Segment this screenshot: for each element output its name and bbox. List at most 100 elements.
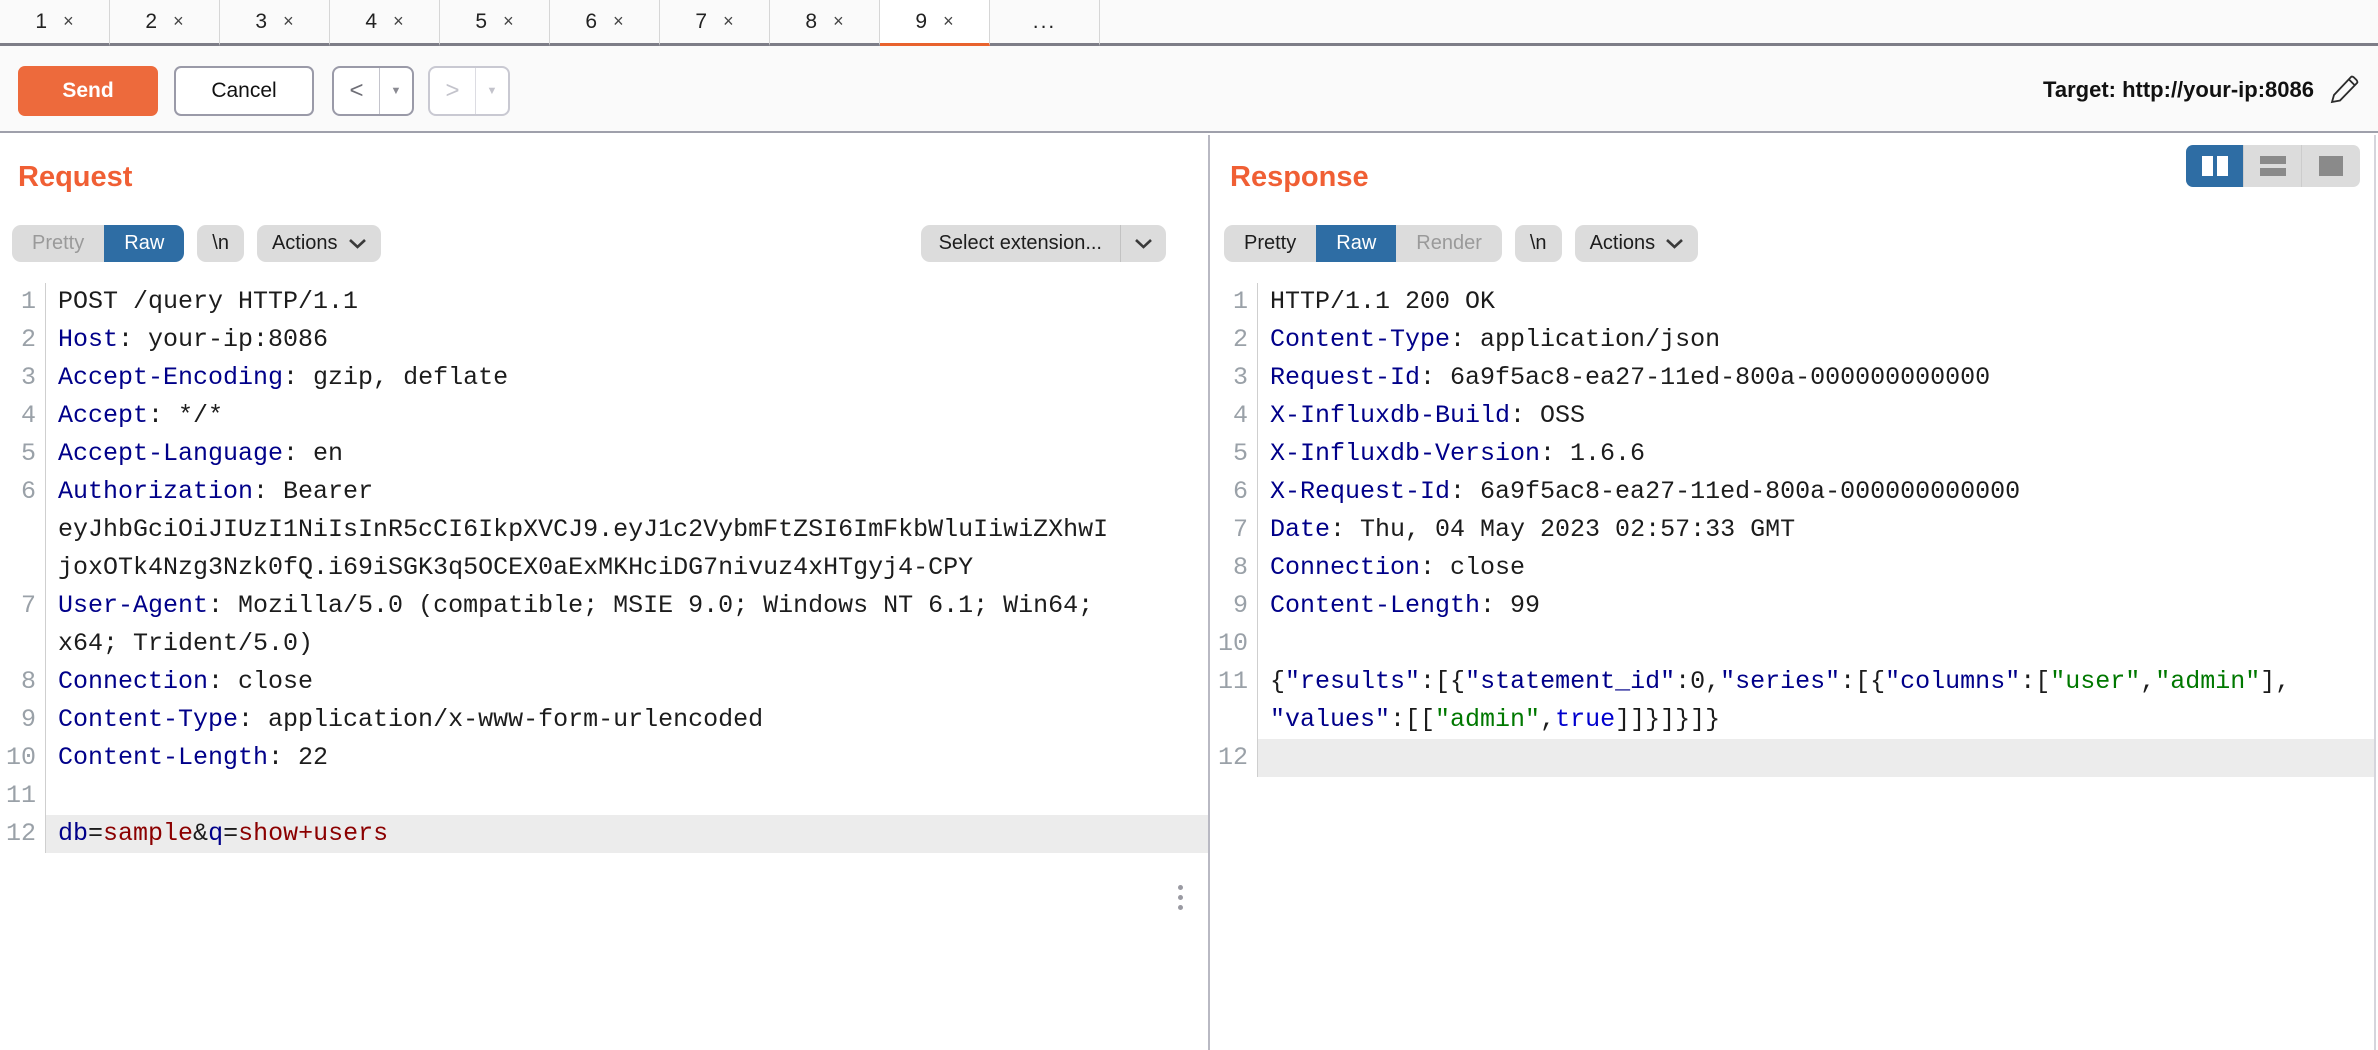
line-content[interactable]: User-Agent: Mozilla/5.0 (compatible; MSI… xyxy=(46,587,1208,663)
line-content[interactable]: db=sample&q=show+users xyxy=(46,815,1208,853)
line-content[interactable]: Connection: close xyxy=(1258,549,2374,587)
line-content[interactable]: Content-Type: application/json xyxy=(1258,321,2374,359)
columns-layout-icon xyxy=(2217,156,2228,176)
line-content[interactable]: {"results":[{"statement_id":0,"series":[… xyxy=(1258,663,2374,739)
line-content[interactable]: Content-Length: 99 xyxy=(1258,587,2374,625)
line-number: 7 xyxy=(0,587,46,663)
scrollbar-track[interactable] xyxy=(2374,135,2376,1050)
repeater-tab-4[interactable]: 4× xyxy=(330,0,440,46)
repeater-tab-9[interactable]: 9× xyxy=(880,0,990,46)
line-number: 7 xyxy=(1212,511,1258,549)
request-newline-toggle[interactable]: \n xyxy=(197,225,244,262)
line-content[interactable]: POST /query HTTP/1.1 xyxy=(46,283,1208,321)
line-content[interactable] xyxy=(46,777,1208,815)
editor-line: 10 xyxy=(1212,625,2374,663)
repeater-tab-1[interactable]: 1× xyxy=(0,0,110,46)
editor-line: 7Date: Thu, 04 May 2023 02:57:33 GMT xyxy=(1212,511,2374,549)
line-content[interactable]: Accept: */* xyxy=(46,397,1208,435)
line-content[interactable]: Content-Length: 22 xyxy=(46,739,1208,777)
line-number: 6 xyxy=(0,473,46,587)
tab-close-icon[interactable]: × xyxy=(63,11,74,32)
line-number: 11 xyxy=(1212,663,1258,739)
editor-line: 5Accept-Language: en xyxy=(0,435,1208,473)
line-content[interactable]: HTTP/1.1 200 OK xyxy=(1258,283,2374,321)
tab-close-icon[interactable]: × xyxy=(723,11,734,32)
line-content[interactable]: Authorization: Bearer eyJhbGciOiJIUzI1Ni… xyxy=(46,473,1208,587)
chevron-down-icon xyxy=(1666,239,1683,249)
line-content[interactable] xyxy=(1258,625,2374,663)
tab-label: 6 xyxy=(585,10,597,34)
back-dropdown-button[interactable]: ▼ xyxy=(380,68,412,114)
tab-close-icon[interactable]: × xyxy=(173,11,184,32)
request-actions-label: Actions xyxy=(272,232,338,255)
line-content[interactable]: X-Request-Id: 6a9f5ac8-ea27-11ed-800a-00… xyxy=(1258,473,2374,511)
request-panel-title: Request xyxy=(18,161,132,194)
request-actions-button[interactable]: Actions xyxy=(257,225,381,262)
request-tab-raw[interactable]: Raw xyxy=(104,225,184,262)
line-number: 6 xyxy=(1212,473,1258,511)
columns-layout-button[interactable] xyxy=(2186,145,2244,187)
repeater-tab-3[interactable]: 3× xyxy=(220,0,330,46)
repeater-tab-8[interactable]: 8× xyxy=(770,0,880,46)
send-button[interactable]: Send xyxy=(18,66,158,116)
response-newline-toggle[interactable]: \n xyxy=(1515,225,1562,262)
repeater-tab-...[interactable]: ... xyxy=(990,0,1100,46)
edit-target-pencil-icon[interactable] xyxy=(2326,72,2362,108)
tab-close-icon[interactable]: × xyxy=(503,11,514,32)
panel-splitter[interactable] xyxy=(1208,135,1210,1050)
tab-label: 9 xyxy=(915,10,927,34)
response-panel: Response Pretty Raw Render \n Actions xyxy=(1212,135,2374,1050)
chevron-down-icon xyxy=(349,239,366,249)
line-content[interactable]: Content-Type: application/x-www-form-url… xyxy=(46,701,1208,739)
forward-arrow-button[interactable]: > xyxy=(430,68,476,114)
line-content[interactable]: Accept-Encoding: gzip, deflate xyxy=(46,359,1208,397)
editor-line: 4Accept: */* xyxy=(0,397,1208,435)
line-content[interactable]: Connection: close xyxy=(46,663,1208,701)
repeater-tab-5[interactable]: 5× xyxy=(440,0,550,46)
select-extension-dropdown[interactable]: Select extension... xyxy=(921,225,1166,262)
rows-layout-icon xyxy=(2260,156,2286,176)
editor-line: 2Content-Type: application/json xyxy=(1212,321,2374,359)
tab-label: 7 xyxy=(695,10,707,34)
rows-layout-button[interactable] xyxy=(2244,145,2302,187)
tab-close-icon[interactable]: × xyxy=(393,11,404,32)
repeater-tab-6[interactable]: 6× xyxy=(550,0,660,46)
forward-dropdown-button[interactable]: ▼ xyxy=(476,68,508,114)
cancel-button[interactable]: Cancel xyxy=(174,66,314,116)
repeater-tab-7[interactable]: 7× xyxy=(660,0,770,46)
line-content[interactable]: Accept-Language: en xyxy=(46,435,1208,473)
response-tab-render[interactable]: Render xyxy=(1396,225,1502,262)
editor-line: 2Host: your-ip:8086 xyxy=(0,321,1208,359)
target-label: Target: http://your-ip:8086 xyxy=(2043,46,2314,133)
tab-close-icon[interactable]: × xyxy=(613,11,624,32)
tab-close-icon[interactable]: × xyxy=(943,11,954,32)
back-arrow-button[interactable]: < xyxy=(334,68,380,114)
line-number: 5 xyxy=(1212,435,1258,473)
tab-label: 3 xyxy=(255,10,267,34)
request-view-tabs: Pretty Raw xyxy=(12,225,184,262)
response-tab-raw[interactable]: Raw xyxy=(1316,225,1396,262)
tab-close-icon[interactable]: × xyxy=(283,11,294,32)
response-actions-button[interactable]: Actions xyxy=(1575,225,1699,262)
response-tab-pretty[interactable]: Pretty xyxy=(1224,225,1316,262)
request-tab-pretty[interactable]: Pretty xyxy=(12,225,104,262)
chevron-down-icon xyxy=(1120,225,1166,262)
response-actions-label: Actions xyxy=(1590,232,1656,255)
line-content[interactable]: X-Influxdb-Build: OSS xyxy=(1258,397,2374,435)
resize-grip-icon[interactable] xyxy=(1178,885,1183,910)
request-editor[interactable]: 1POST /query HTTP/1.12Host: your-ip:8086… xyxy=(0,283,1208,853)
line-content[interactable]: Host: your-ip:8086 xyxy=(46,321,1208,359)
line-content[interactable]: Date: Thu, 04 May 2023 02:57:33 GMT xyxy=(1258,511,2374,549)
line-content[interactable]: X-Influxdb-Version: 1.6.6 xyxy=(1258,435,2374,473)
response-editor[interactable]: 1HTTP/1.1 200 OK2Content-Type: applicati… xyxy=(1212,283,2374,777)
line-content[interactable]: Request-Id: 6a9f5ac8-ea27-11ed-800a-0000… xyxy=(1258,359,2374,397)
single-layout-button[interactable] xyxy=(2302,145,2360,187)
history-forward-split-button: > ▼ xyxy=(428,66,510,116)
line-number: 12 xyxy=(1212,739,1258,777)
tab-close-icon[interactable]: × xyxy=(833,11,844,32)
editor-line: 11 xyxy=(0,777,1208,815)
line-number: 9 xyxy=(1212,587,1258,625)
repeater-tab-2[interactable]: 2× xyxy=(110,0,220,46)
request-view-controls: Pretty Raw \n Actions xyxy=(12,225,381,262)
line-content[interactable] xyxy=(1258,739,2374,777)
